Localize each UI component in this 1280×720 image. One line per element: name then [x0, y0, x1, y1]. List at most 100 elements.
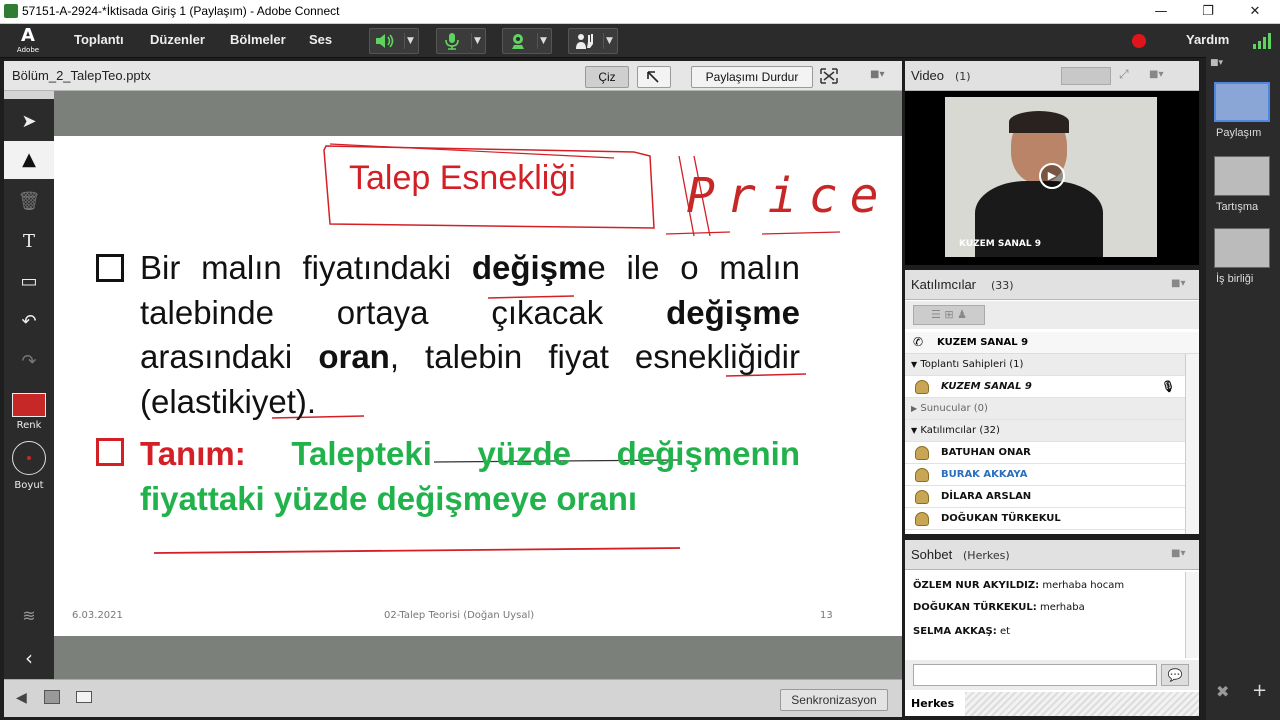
- color-swatch[interactable]: [12, 393, 46, 417]
- video-person-name: KUZEM SANAL 9: [959, 239, 1041, 249]
- draw-button[interactable]: Çiz: [585, 66, 629, 88]
- group-hosts-label: Toplantı Sahipleri (1): [920, 359, 1024, 370]
- chat-pod-options-icon[interactable]: ■▾: [1171, 548, 1185, 559]
- chat-sender: ÖZLEM NUR AKYILDIZ:: [913, 580, 1040, 591]
- camera-control[interactable]: ▼: [502, 28, 552, 54]
- layout-sharing-label[interactable]: Paylaşım: [1216, 127, 1261, 139]
- send-message-icon[interactable]: 💬: [1161, 664, 1189, 686]
- fullscreen-icon[interactable]: [820, 68, 838, 88]
- attendee-list-scrollbar[interactable]: [1185, 354, 1199, 534]
- camera-dropdown-icon[interactable]: ▼: [537, 33, 549, 49]
- stop-sharing-button[interactable]: Paylaşımı Durdur: [691, 66, 813, 88]
- speaker-control[interactable]: ▼: [369, 28, 419, 54]
- layout-tools-icon[interactable]: ✖: [1216, 682, 1229, 701]
- chat-pod-title: Sohbet: [911, 547, 953, 562]
- bullet2-label: Tanım:: [140, 435, 246, 472]
- layouts-options-icon[interactable]: ■▾: [1210, 58, 1223, 68]
- recording-indicator-icon[interactable]: [1132, 34, 1146, 48]
- my-name: KUZEM SANAL 9: [937, 337, 1029, 348]
- slide-view-icon[interactable]: [44, 690, 60, 704]
- handwritten-price-annotation: Price: [686, 168, 891, 224]
- delete-tool-icon[interactable]: 🗑: [4, 183, 54, 221]
- bullet1-text: Bir malın fiyatındaki değişme ile o malı…: [140, 246, 800, 424]
- participant-name: BATUHAN ONAR: [941, 447, 1031, 458]
- redo-icon[interactable]: ↷: [4, 343, 54, 381]
- webcam-icon: [507, 32, 529, 50]
- participant-icon: [915, 468, 929, 482]
- slide: Talep Esnekliği Price Bir malın fiyatınd…: [54, 136, 902, 636]
- attendee-row[interactable]: DOĞUKAN TÜRKEKUL: [905, 508, 1185, 530]
- participant-icon: [915, 446, 929, 460]
- layout-collaboration-thumbnail[interactable]: [1214, 228, 1270, 268]
- window-title: 57151-A-2924-*İktisada Giriş 1 (Paylaşım…: [22, 4, 340, 18]
- size-label: Boyut: [14, 480, 44, 491]
- bullet2-checkbox-icon: [96, 438, 124, 466]
- window-titlebar: 57151-A-2924-*İktisada Giriş 1 (Paylaşım…: [0, 0, 1280, 24]
- attendee-row[interactable]: BATUHAN ONAR: [905, 442, 1185, 464]
- attendees-pod-options-icon[interactable]: ■▾: [1171, 278, 1185, 289]
- text-tool-icon[interactable]: T: [4, 223, 54, 261]
- slide-title: Talep Esnekliği: [349, 159, 576, 197]
- menu-toplanti[interactable]: Toplantı: [74, 32, 124, 47]
- video-layout-icon[interactable]: [1061, 67, 1111, 85]
- brush-size-icon[interactable]: [12, 441, 46, 475]
- pointer-icon: [647, 71, 659, 83]
- speaker-icon: [374, 32, 396, 50]
- raise-hand-control[interactable]: ▼: [568, 28, 618, 54]
- minimize-button[interactable]: —: [1150, 2, 1172, 22]
- attendees-pod-header: Katılımcılar (33) ■▾: [905, 270, 1199, 300]
- undo-icon[interactable]: ↶: [4, 303, 54, 341]
- group-participants[interactable]: ▼ Katılımcılar (32): [905, 420, 1185, 442]
- layout-discussion-label[interactable]: Tartışma: [1216, 201, 1258, 213]
- shape-tool-icon[interactable]: ▭: [4, 263, 54, 301]
- layout-sharing-thumbnail[interactable]: [1214, 82, 1270, 122]
- raise-hand-dropdown-icon[interactable]: ▼: [603, 33, 615, 49]
- selection-tool-icon[interactable]: ➤: [4, 103, 54, 141]
- video-feed[interactable]: ▶ KUZEM SANAL 9: [945, 97, 1157, 257]
- layout-collaboration-label[interactable]: İş birliği: [1216, 273, 1253, 285]
- speaker-dropdown-icon[interactable]: ▼: [404, 33, 416, 49]
- video-pod-header: Video (1) ⤢ ■▾: [905, 61, 1199, 91]
- restore-button[interactable]: ❐: [1197, 2, 1219, 22]
- pod-options-icon[interactable]: ■▾: [870, 69, 884, 80]
- close-button[interactable]: ✕: [1244, 2, 1266, 22]
- slide-footer-center: 02-Talep Teorisi (Doğan Uysal): [384, 610, 535, 621]
- collapse-toolbar-icon[interactable]: ‹: [4, 639, 54, 677]
- menu-duzenler[interactable]: Düzenler: [150, 32, 205, 47]
- chat-scrollbar[interactable]: [1185, 572, 1199, 658]
- marker-tool-icon[interactable]: ▲: [4, 141, 54, 179]
- play-icon[interactable]: ▶: [1039, 163, 1065, 189]
- sidebar-toggle-icon[interactable]: [76, 691, 92, 703]
- layers-icon[interactable]: ≋: [4, 597, 54, 635]
- group-presenters-label: Sunucular (0): [920, 403, 988, 414]
- fit-width-button[interactable]: [637, 66, 671, 88]
- participant-icon: [915, 490, 929, 504]
- video-pod: Video (1) ⤢ ■▾ ▶ KUZEM SANAL 9: [905, 61, 1199, 265]
- previous-slide-icon[interactable]: ◀: [16, 690, 27, 706]
- microphone-icon: [441, 32, 463, 50]
- chat-input[interactable]: [913, 664, 1157, 686]
- slide-frame: Talep Esnekliği Price Bir malın fiyatınd…: [54, 91, 902, 687]
- sync-button[interactable]: Senkronizasyon: [780, 689, 888, 711]
- group-hosts[interactable]: ▼ Toplantı Sahipleri (1): [905, 354, 1185, 376]
- add-layout-icon[interactable]: +: [1252, 680, 1267, 701]
- attendee-row[interactable]: BURAK AKKAYA: [905, 464, 1185, 486]
- chat-pod: Sohbet (Herkes) ■▾ ÖZLEM NUR AKYILDIZ: m…: [905, 540, 1199, 716]
- attendee-row[interactable]: DİLARA ARSLAN: [905, 486, 1185, 508]
- microphone-control[interactable]: ▼: [436, 28, 486, 54]
- participant-name: DOĞUKAN TÜRKEKUL: [941, 513, 1061, 524]
- group-participants-label: Katılımcılar (32): [920, 425, 1000, 436]
- attendee-view-toggle-icons[interactable]: ☰ ⊞ ♟: [913, 305, 985, 325]
- microphone-dropdown-icon[interactable]: ▼: [471, 33, 483, 49]
- menu-bolmeler[interactable]: Bölmeler: [230, 32, 286, 47]
- attendee-row-host[interactable]: KUZEM SANAL 9 🎙: [905, 376, 1185, 398]
- chat-tab-herkes[interactable]: Herkes: [905, 692, 965, 716]
- help-menu[interactable]: Yardım: [1186, 32, 1229, 47]
- menu-ses[interactable]: Ses: [309, 32, 332, 47]
- group-presenters[interactable]: ▶ Sunucular (0): [905, 398, 1185, 420]
- layout-discussion-thumbnail[interactable]: [1214, 156, 1270, 196]
- presenter-hair: [1009, 111, 1069, 133]
- adobe-connect-app-icon: [4, 4, 18, 18]
- video-pod-options-icon[interactable]: ■▾: [1149, 69, 1163, 80]
- video-fullscreen-icon[interactable]: ⤢: [1119, 67, 1129, 82]
